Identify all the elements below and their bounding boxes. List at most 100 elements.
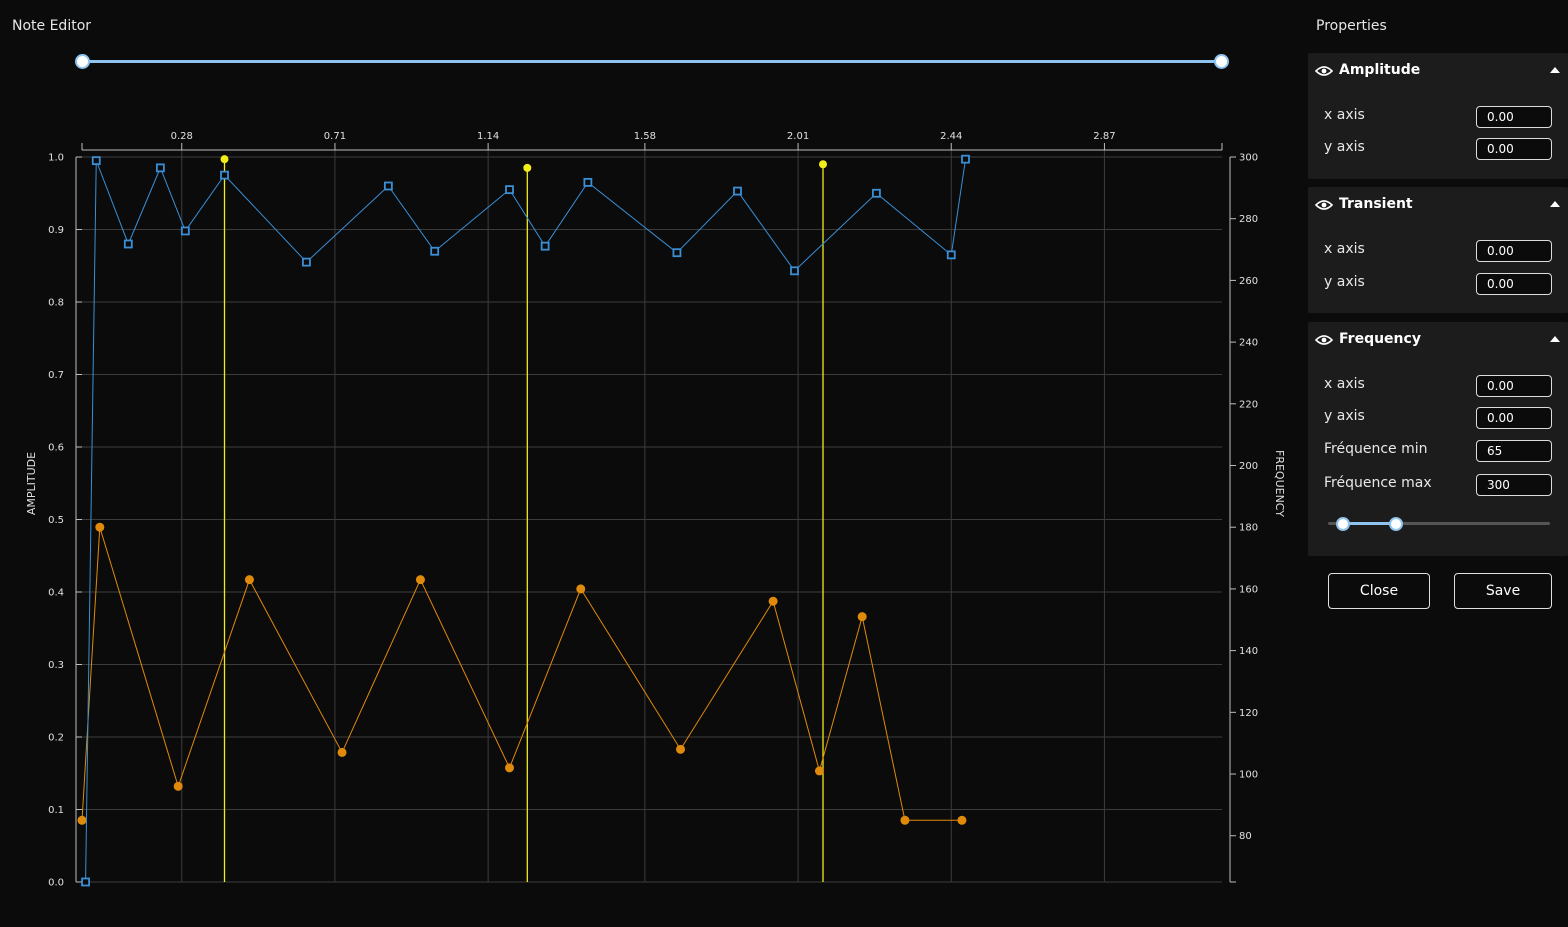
frequency-max-input[interactable] — [1476, 474, 1552, 496]
amplitude-y-input[interactable] — [1476, 138, 1552, 160]
transient-point — [819, 160, 827, 169]
y-tick-label: 0.4 — [48, 588, 64, 599]
amplitude-y-label: y axis — [1324, 139, 1365, 155]
frequency-y-label: y axis — [1324, 408, 1365, 424]
transient-y-input[interactable] — [1476, 273, 1552, 295]
frequency-point — [900, 815, 910, 825]
frequency-min-input[interactable] — [1476, 440, 1552, 462]
y2-tick-label: 180 — [1239, 523, 1258, 534]
eye-icon[interactable] — [1315, 199, 1333, 211]
amplitude-point — [790, 266, 799, 276]
frequency-section-title: Frequency — [1339, 331, 1421, 347]
x-tick-label: 1.14 — [477, 131, 499, 142]
amplitude-section: Amplitude x axis y axis — [1308, 53, 1568, 179]
amplitude-point — [91, 156, 101, 166]
frequency-point — [505, 763, 514, 773]
frequency-point — [957, 815, 967, 825]
amplitude-point — [961, 154, 970, 164]
x-tick-label: 2.44 — [940, 131, 962, 142]
frequency-point — [676, 744, 685, 754]
amplitude-point — [505, 185, 514, 195]
transient-y-label: y axis — [1324, 274, 1365, 290]
properties-title: Properties — [1316, 18, 1387, 34]
frequency-point — [576, 584, 586, 594]
amplitude-point — [81, 877, 90, 887]
y-tick-label: 0.3 — [48, 660, 64, 671]
y-axis-label: AMPLITUDE — [25, 452, 38, 515]
y-tick-label: 0.5 — [48, 515, 64, 526]
y2-tick-label: 140 — [1239, 646, 1258, 657]
y2-tick-label: 300 — [1239, 153, 1258, 164]
transient-point — [523, 163, 532, 172]
amplitude-point — [583, 177, 593, 187]
transient-x-label: x axis — [1324, 241, 1365, 257]
y2-tick-label: 240 — [1239, 338, 1258, 349]
y-tick-label: 0.6 — [48, 443, 64, 454]
chevron-up-icon[interactable] — [1550, 200, 1560, 208]
frequency-min-label: Fréquence min — [1324, 441, 1428, 457]
y-tick-label: 0.7 — [48, 370, 64, 381]
x-tick-label: 2.87 — [1093, 131, 1115, 142]
x-tick-label: 2.01 — [787, 131, 809, 142]
amplitude-point — [155, 163, 165, 173]
note-chart[interactable]: 0.0 0.1 0.2 0.3 0.4 0.5 0.6 0.7 0.8 0.9 1.0 0.28 0.7… — [0, 0, 1300, 927]
y-tick-label: 1.0 — [48, 153, 64, 164]
amplitude-point — [123, 239, 133, 249]
eye-icon[interactable] — [1315, 334, 1333, 346]
amplitude-point — [383, 181, 393, 191]
amplitude-point — [302, 257, 311, 267]
frequency-y-input[interactable] — [1476, 407, 1552, 429]
transient-x-input[interactable] — [1476, 240, 1552, 262]
chevron-up-icon[interactable] — [1550, 335, 1560, 343]
frequency-point — [768, 596, 778, 606]
close-button[interactable]: Close — [1328, 573, 1430, 609]
transient-section-title: Transient — [1339, 196, 1413, 212]
y2-tick-label: 200 — [1239, 461, 1258, 472]
chevron-up-icon[interactable] — [1550, 66, 1560, 74]
amplitude-point — [540, 241, 550, 251]
frequency-point — [857, 612, 867, 622]
frequency-max-label: Fréquence max — [1324, 475, 1432, 491]
x-tick-label: 1.58 — [634, 131, 656, 142]
amplitude-x-label: x axis — [1324, 107, 1365, 123]
y-tick-label: 0.1 — [48, 805, 64, 816]
frequency-max-handle[interactable] — [1389, 517, 1403, 531]
amplitude-point — [180, 226, 190, 236]
amplitude-point — [872, 188, 881, 198]
y-tick-label: 0.0 — [48, 878, 64, 889]
transient-section-header[interactable]: Transient — [1308, 187, 1568, 225]
amplitude-section-header[interactable]: Amplitude — [1308, 53, 1568, 91]
y2-tick-label: 160 — [1239, 584, 1258, 595]
frequency-section-header[interactable]: Frequency — [1308, 322, 1568, 360]
y2-axis-label: FREQUENCY — [1273, 450, 1286, 517]
save-button[interactable]: Save — [1454, 573, 1552, 609]
frequency-point — [415, 575, 425, 585]
frequency-x-label: x axis — [1324, 376, 1365, 392]
frequency-x-input[interactable] — [1476, 375, 1552, 397]
eye-icon[interactable] — [1315, 65, 1333, 77]
frequency-point — [337, 747, 347, 757]
amplitude-section-title: Amplitude — [1339, 62, 1421, 78]
y2-tick-label: 280 — [1239, 214, 1258, 225]
y2-tick-label: 120 — [1239, 708, 1258, 719]
y2-tick-label: 100 — [1239, 770, 1258, 781]
frequency-min-handle[interactable] — [1336, 517, 1350, 531]
note-editor-app: Note Editor 0.0 0.1 0.2 0.3 0.4 0.5 0.6 0.7 0.8 0… — [0, 0, 1568, 927]
amplitude-line — [85, 159, 966, 883]
frequency-section: Frequency x axis y axis Fréquence min Fr… — [1308, 322, 1568, 556]
amplitude-x-input[interactable] — [1476, 106, 1552, 128]
amplitude-point — [220, 170, 229, 180]
y2-tick-label: 220 — [1239, 399, 1258, 410]
transient-section: Transient x axis y axis — [1308, 187, 1568, 313]
frequency-point — [77, 815, 87, 825]
frequency-line — [81, 527, 962, 821]
x-tick-label: 0.71 — [324, 131, 346, 142]
y-tick-label: 0.8 — [48, 298, 64, 309]
frequency-point — [244, 575, 254, 585]
frequency-point — [173, 781, 183, 791]
y2-tick-label: 260 — [1239, 276, 1258, 287]
y2-tick-label: 80 — [1239, 831, 1252, 842]
x-tick-label: 0.28 — [171, 131, 193, 142]
y-tick-label: 0.9 — [48, 225, 64, 236]
frequency-point — [814, 766, 824, 776]
